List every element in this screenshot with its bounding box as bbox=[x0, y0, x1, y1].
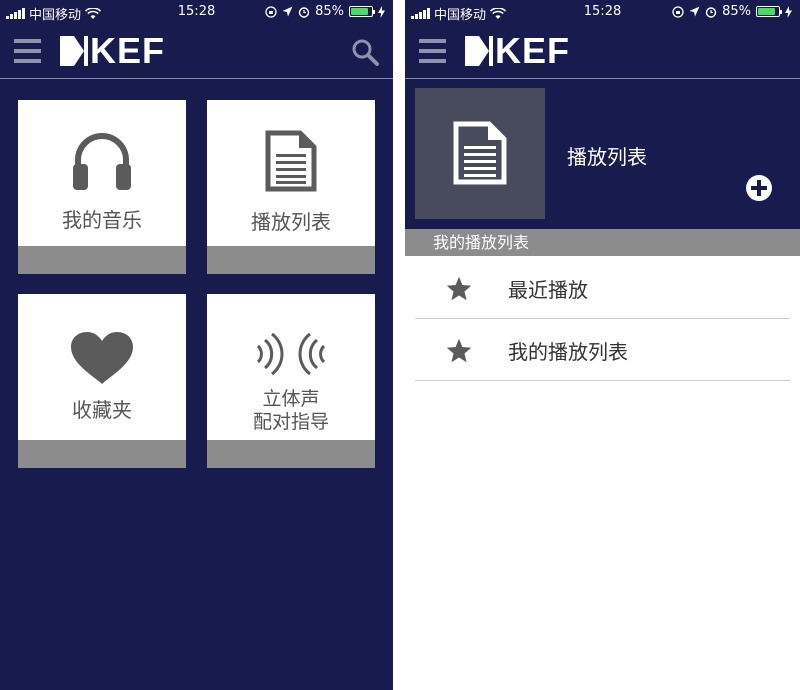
tile-footer bbox=[18, 440, 186, 468]
document-icon bbox=[453, 121, 507, 185]
status-bar: 中国移动 15:28 85% bbox=[405, 0, 800, 24]
tile-footer bbox=[207, 440, 375, 468]
star-icon bbox=[446, 338, 472, 363]
heart-icon bbox=[71, 332, 133, 384]
status-right: 85% bbox=[265, 4, 385, 19]
alarm-icon bbox=[705, 6, 717, 18]
battery-percent: 85% bbox=[315, 4, 344, 19]
kef-logo: KEF bbox=[465, 30, 570, 71]
charging-icon bbox=[378, 5, 385, 18]
status-right: 85% bbox=[672, 4, 792, 19]
kef-logo-mark bbox=[60, 36, 88, 66]
list-item-recent[interactable]: 最近播放 bbox=[415, 258, 790, 319]
stereo-waves-icon bbox=[256, 332, 326, 376]
search-icon[interactable] bbox=[351, 38, 379, 66]
tile-favorites[interactable]: 收藏夹 bbox=[18, 294, 186, 468]
tile-label: 我的音乐 bbox=[62, 208, 142, 232]
status-bar: 中国移动 15:28 85% bbox=[0, 0, 393, 24]
battery-percent: 85% bbox=[722, 4, 751, 19]
tile-my-music[interactable]: 我的音乐 bbox=[18, 100, 186, 274]
list-item-label: 最近播放 bbox=[508, 278, 588, 302]
list-item-my-playlists[interactable]: 我的播放列表 bbox=[415, 320, 790, 381]
kef-logo-text: KEF bbox=[495, 30, 570, 71]
tile-stereo-pairing[interactable]: 立体声 配对指导 bbox=[207, 294, 375, 468]
kef-logo: KEF bbox=[60, 30, 165, 71]
nav-bar: KEF bbox=[0, 24, 393, 79]
headphones-icon bbox=[73, 133, 131, 190]
tile-label-line1: 立体声 bbox=[262, 388, 320, 410]
rotation-lock-icon bbox=[265, 5, 277, 18]
playlist-title: 播放列表 bbox=[567, 145, 647, 169]
rotation-lock-icon bbox=[672, 5, 684, 18]
battery-icon bbox=[349, 6, 375, 17]
battery-icon bbox=[756, 6, 782, 17]
location-icon bbox=[689, 6, 700, 17]
star-icon bbox=[446, 276, 472, 301]
list-item-label: 我的播放列表 bbox=[508, 340, 628, 364]
kef-logo-text: KEF bbox=[90, 30, 165, 71]
tile-label-line2: 配对指导 bbox=[252, 411, 329, 433]
section-header: 我的播放列表 bbox=[405, 229, 800, 256]
tile-footer bbox=[18, 246, 186, 274]
menu-icon[interactable] bbox=[14, 39, 41, 63]
playlist-artwork bbox=[415, 88, 545, 219]
location-icon bbox=[282, 6, 293, 17]
menu-icon[interactable] bbox=[419, 39, 446, 63]
playlist-screen: 中国移动 15:28 85% KEF 播放列表 我的播放列表 最近播放 我的播放… bbox=[405, 0, 800, 690]
tile-footer bbox=[207, 246, 375, 274]
alarm-icon bbox=[298, 6, 310, 18]
tile-label: 立体声 配对指导 bbox=[207, 388, 375, 434]
add-icon[interactable] bbox=[746, 175, 772, 201]
tile-label: 播放列表 bbox=[251, 210, 331, 234]
nav-bar: KEF bbox=[405, 24, 800, 79]
tile-playlist[interactable]: 播放列表 bbox=[207, 100, 375, 274]
tile-label: 收藏夹 bbox=[72, 398, 132, 422]
playlist-header: 播放列表 bbox=[405, 79, 800, 229]
kef-logo-mark bbox=[465, 36, 493, 66]
home-screen: 中国移动 15:28 85% KEF 我的音乐 播放列表 收藏夹 立体声 配对指… bbox=[0, 0, 393, 690]
charging-icon bbox=[785, 5, 792, 18]
document-icon bbox=[265, 130, 317, 192]
